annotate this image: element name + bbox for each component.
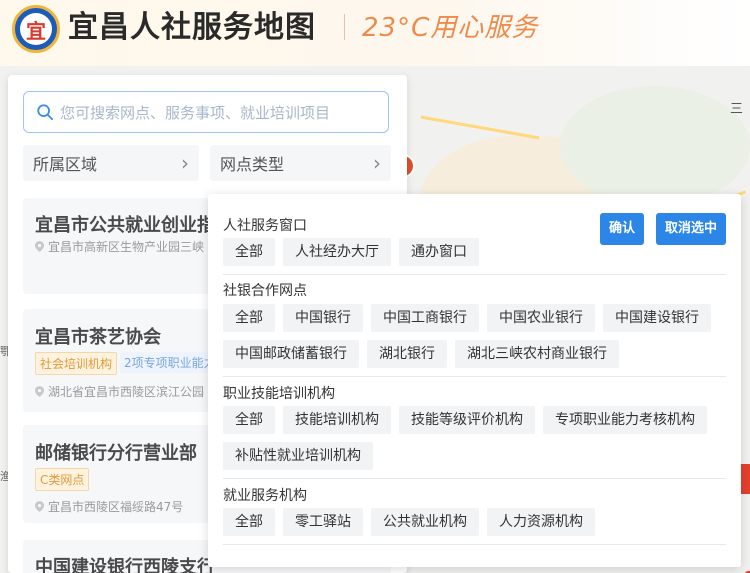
map-area (560, 86, 750, 206)
search-input[interactable]: 您可搜索网点、服务事项、就业培训项目 (23, 91, 389, 133)
card-tag: 社会培训机构 (35, 352, 118, 375)
chevron-right-icon: › (373, 151, 381, 175)
filter-chip[interactable]: 零工驿站 (283, 508, 363, 536)
app-slogan: 23°C用心服务 (362, 13, 539, 43)
title-divider (344, 14, 345, 40)
filter-chip[interactable]: 专项职业能力考核机构 (543, 406, 707, 434)
region-filter-label: 所属区域 (33, 155, 98, 174)
filter-chip[interactable]: 通办窗口 (399, 238, 479, 266)
type-filter-popup: 确认 取消选中 人社服务窗口 全部 人社经办大厅 通办窗口 社银合作网点 全部 … (208, 194, 741, 567)
chevron-right-icon: › (181, 151, 189, 175)
logo-emblem: 宜 (20, 13, 52, 45)
app-header: 宜 宜昌人社服务地图 23°C用心服务 (0, 0, 750, 66)
location-pin-icon (35, 386, 44, 397)
filter-chip[interactable]: 人力资源机构 (487, 508, 595, 536)
app-title: 宜昌人社服务地图 (68, 10, 316, 45)
clear-selection-button[interactable]: 取消选中 (656, 213, 727, 245)
section-divider (223, 376, 726, 377)
section-title: 职业技能培训机构 (223, 386, 335, 402)
filter-chip[interactable]: 中国建设银行 (603, 304, 711, 332)
card-name: 邮储银行分行营业部 (35, 443, 197, 464)
location-pin-icon (35, 241, 44, 252)
card-name: 中国建设银行西陵支行 (35, 557, 215, 573)
filter-chip[interactable]: 湖北三峡农村商业银行 (455, 340, 619, 368)
filter-chip[interactable]: 中国邮政储蓄银行 (223, 340, 359, 368)
card-tag: 2项专项职业能力 (120, 352, 220, 373)
section-divider (223, 478, 726, 479)
section-title: 人社服务窗口 (223, 218, 307, 234)
card-address: 宜昌市高新区生物产业园三峡 (35, 238, 204, 255)
filter-chip[interactable]: 技能等级评价机构 (399, 406, 535, 434)
card-address: 湖北省宜昌市西陵区滨江公园 (35, 383, 204, 400)
filter-chip[interactable]: 人社经办大厅 (283, 238, 391, 266)
filter-chip[interactable]: 公共就业机构 (371, 508, 479, 536)
location-pin-icon (35, 501, 44, 512)
section-divider (223, 544, 726, 545)
section-title: 就业服务机构 (223, 488, 307, 504)
type-filter-label: 网点类型 (220, 155, 285, 174)
map-label: 三 (730, 102, 744, 117)
filter-chip[interactable]: 全部 (223, 508, 275, 536)
filter-chip[interactable]: 湖北银行 (367, 340, 447, 368)
region-filter[interactable]: 所属区域 › (23, 145, 199, 181)
card-name: 宜昌市公共就业创业指 (35, 215, 215, 236)
filter-chip[interactable]: 补贴性就业培训机构 (223, 442, 373, 470)
type-filter[interactable]: 网点类型 › (210, 145, 391, 181)
section-divider (223, 274, 726, 275)
filter-chip[interactable]: 中国银行 (283, 304, 363, 332)
section-title: 社银合作网点 (223, 283, 307, 299)
filter-chip[interactable]: 中国工商银行 (371, 304, 479, 332)
search-icon (37, 104, 54, 121)
filter-chip[interactable]: 技能培训机构 (283, 406, 391, 434)
confirm-button[interactable]: 确认 (600, 213, 645, 245)
card-tag: C类网点 (35, 468, 90, 491)
filter-chip[interactable]: 全部 (223, 406, 275, 434)
filter-chip[interactable]: 全部 (223, 238, 275, 266)
map-road (420, 115, 540, 140)
search-placeholder: 您可搜索网点、服务事项、就业培训项目 (60, 103, 331, 122)
card-name: 宜昌市茶艺协会 (35, 327, 161, 348)
logo-icon: 宜 (12, 5, 60, 53)
filter-chip[interactable]: 中国农业银行 (487, 304, 595, 332)
filter-chip[interactable]: 全部 (223, 304, 275, 332)
card-address: 宜昌市西陵区福绥路47号 (35, 498, 183, 515)
